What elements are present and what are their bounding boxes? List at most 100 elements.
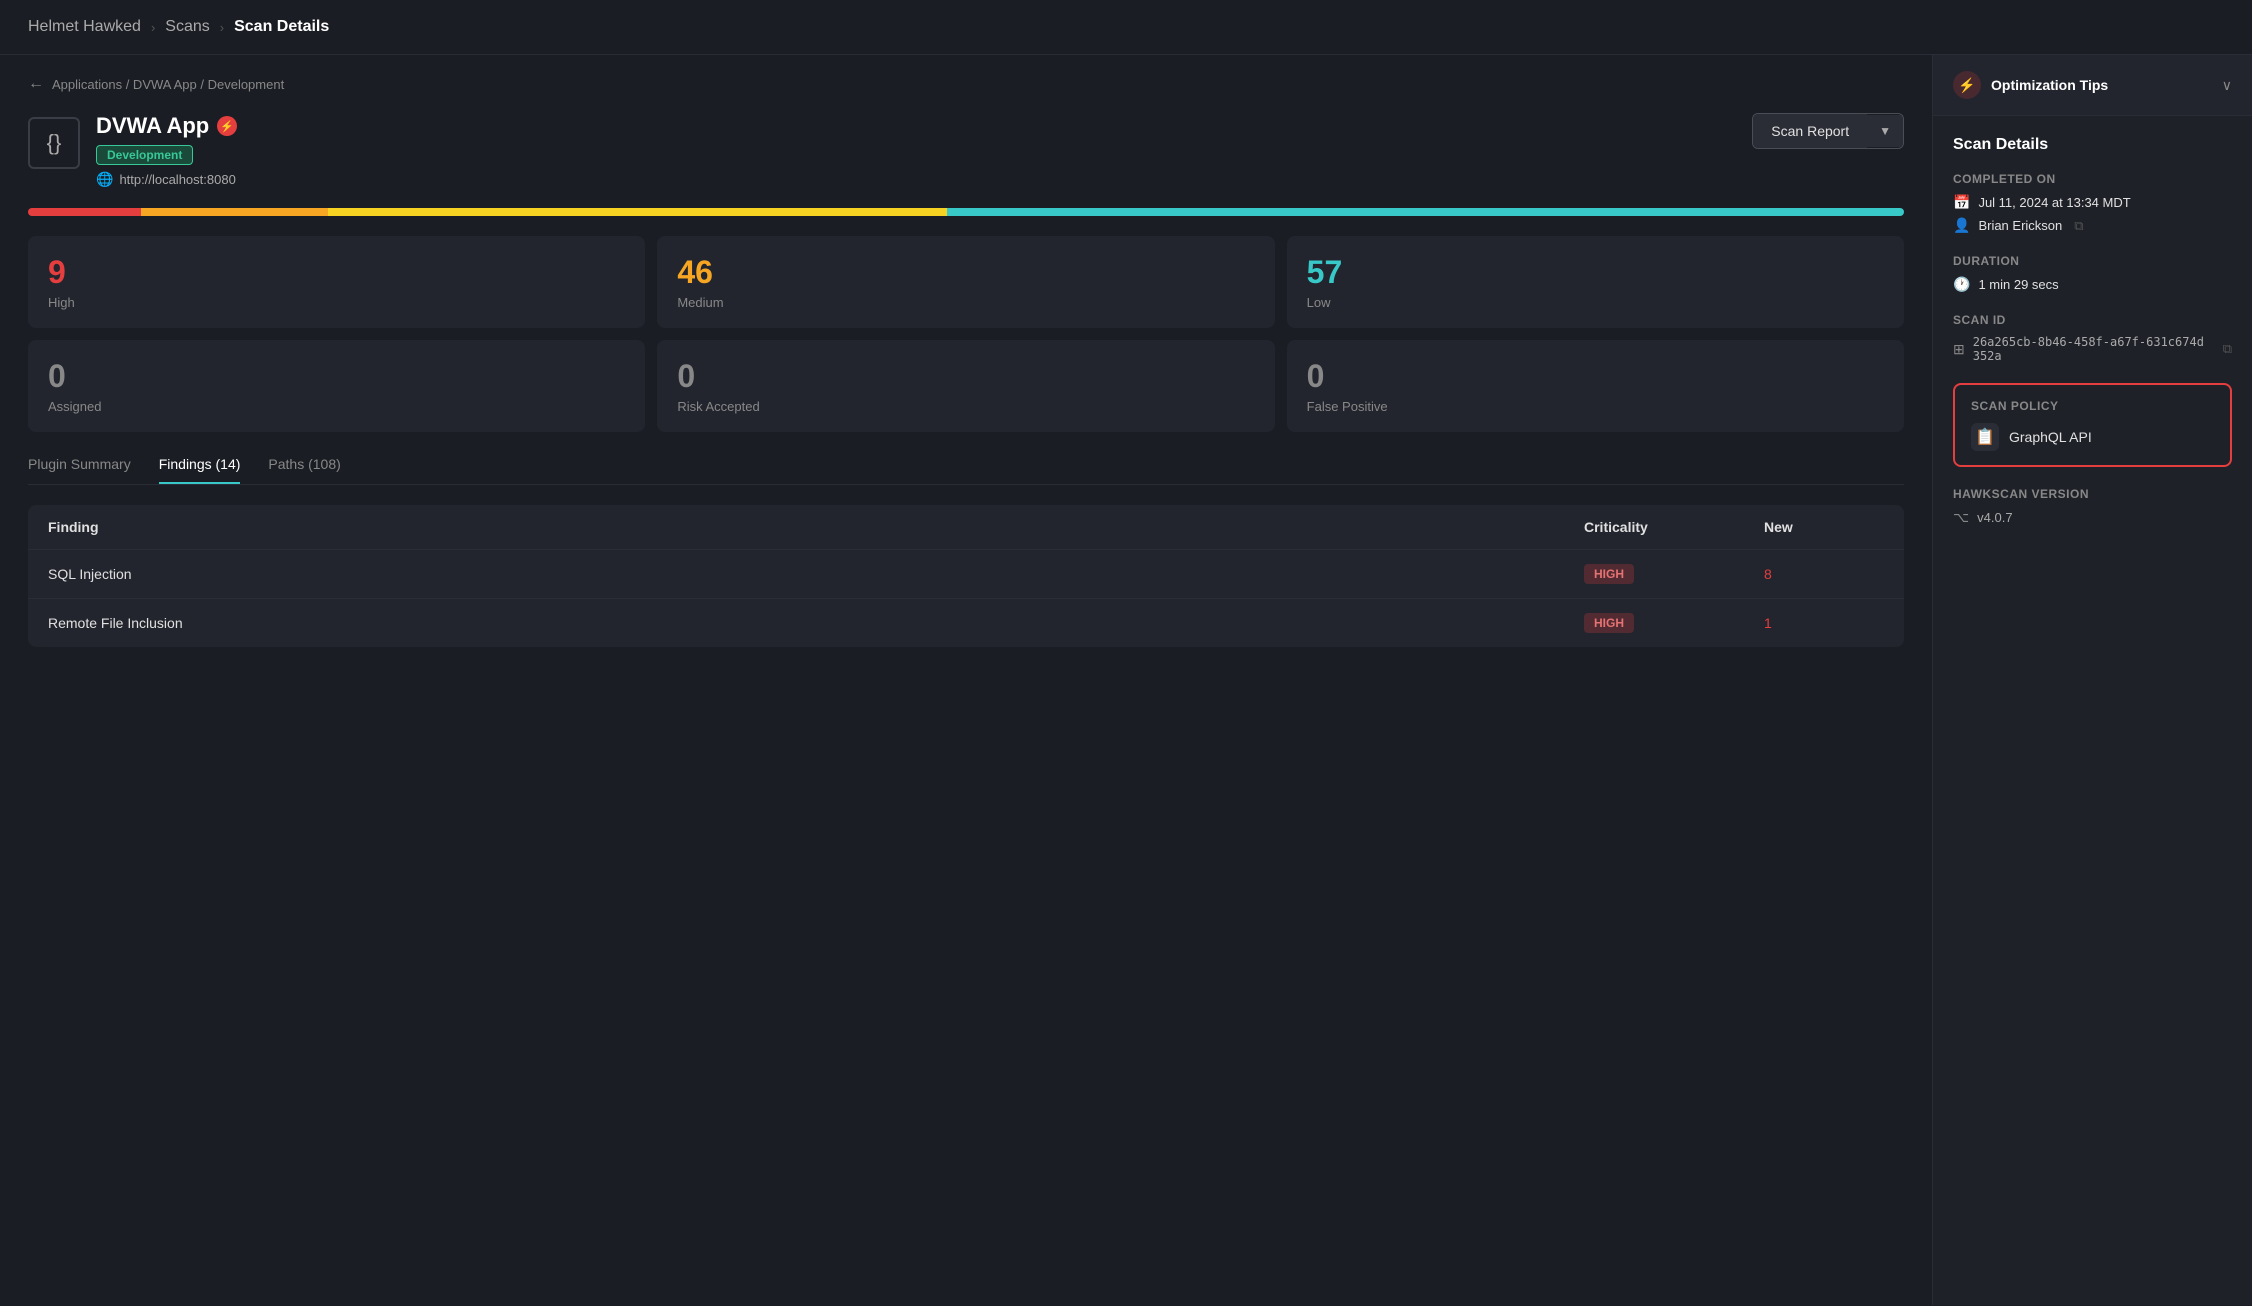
scan-policy-box: Scan Policy 📋 GraphQL API — [1953, 383, 2232, 467]
lightning-badge-icon: ⚡ — [217, 116, 237, 136]
nav-chevron-1: › — [151, 20, 155, 35]
hawkscan-version-row: ⌥ v4.0.7 — [1953, 509, 2232, 526]
criticality-badge-1: HIGH — [1584, 613, 1764, 633]
tab-paths[interactable]: Paths (108) — [268, 456, 340, 484]
globe-icon: 🌐 — [96, 171, 113, 188]
scan-policy-value: 📋 GraphQL API — [1971, 423, 2214, 451]
stat-value-assigned: 0 — [48, 358, 625, 395]
stat-card-high: 9 High — [28, 236, 645, 328]
scan-id-label: Scan ID — [1953, 313, 2232, 327]
progress-bar — [28, 208, 1904, 216]
completed-on-label: Completed On — [1953, 172, 2232, 186]
stat-label-risk-accepted: Risk Accepted — [677, 399, 1254, 414]
scan-id-text: 26a265cb-8b46-458f-a67f-631c674d352a — [1973, 335, 2211, 363]
scan-report-main-button[interactable]: Scan Report — [1753, 114, 1867, 148]
hash-icon: ⊞ — [1953, 341, 1965, 358]
opt-tips-left: ⚡ Optimization Tips — [1953, 71, 2108, 99]
duration-value-text: 1 min 29 secs — [1978, 277, 2058, 292]
scan-report-dropdown-button[interactable]: ▼ — [1867, 115, 1903, 147]
back-arrow-icon: ← — [28, 75, 44, 93]
completed-date-row: 📅 Jul 11, 2024 at 13:34 MDT — [1953, 194, 2232, 211]
scan-id-section: Scan ID ⊞ 26a265cb-8b46-458f-a67f-631c67… — [1953, 313, 2232, 363]
app-name-text: DVWA App — [96, 113, 209, 139]
stat-value-low: 57 — [1307, 254, 1884, 291]
stat-card-risk-accepted: 0 Risk Accepted — [657, 340, 1274, 432]
opt-tips-label: Optimization Tips — [1991, 77, 2108, 93]
completed-user-text: Brian Erickson — [1978, 218, 2062, 233]
completed-user-row: 👤 Brian Erickson ⧉ — [1953, 217, 2232, 234]
progress-seg-yellow — [328, 208, 947, 216]
duration-section: Duration 🕐 1 min 29 secs — [1953, 254, 2232, 293]
scans-link[interactable]: Scans — [165, 18, 209, 36]
col-new: New — [1764, 519, 1884, 535]
brand-link[interactable]: Helmet Hawked — [28, 18, 141, 36]
app-header: {} DVWA App ⚡ Development 🌐 http://local… — [28, 113, 1904, 188]
optimization-tips[interactable]: ⚡ Optimization Tips ∨ — [1933, 55, 2252, 116]
app-url-text: http://localhost:8080 — [119, 172, 235, 187]
findings-table: Finding Criticality New SQL Injection HI… — [28, 505, 1904, 647]
hawkscan-version-text: v4.0.7 — [1977, 510, 2012, 525]
col-finding: Finding — [48, 519, 1584, 535]
app-info: DVWA App ⚡ Development 🌐 http://localhos… — [96, 113, 237, 188]
tag-icon: ⌥ — [1953, 509, 1969, 526]
stat-value-high: 9 — [48, 254, 625, 291]
stats-grid-top: 9 High 46 Medium 57 Low — [28, 236, 1904, 328]
app-name-row: DVWA App ⚡ — [96, 113, 237, 139]
duration-row: 🕐 1 min 29 secs — [1953, 276, 2232, 293]
tab-findings[interactable]: Findings (14) — [159, 456, 241, 484]
stat-label-false-positive: False Positive — [1307, 399, 1884, 414]
completed-date-text: Jul 11, 2024 at 13:34 MDT — [1978, 195, 2130, 210]
back-breadcrumb-text: Applications / DVWA App / Development — [52, 77, 284, 92]
back-breadcrumb[interactable]: ← Applications / DVWA App / Development — [28, 75, 1904, 93]
scan-details-title: Scan Details — [1953, 136, 2232, 154]
hawkscan-label: HawkScan Version — [1953, 487, 2232, 501]
opt-tips-icon: ⚡ — [1953, 71, 1981, 99]
criticality-high-badge-1: HIGH — [1584, 613, 1634, 633]
chevron-down-icon: ∨ — [2222, 77, 2232, 94]
copy-scan-id-icon[interactable]: ⧉ — [2223, 341, 2232, 357]
app-icon: {} — [28, 117, 80, 169]
user-icon: 👤 — [1953, 217, 1970, 234]
scan-policy-name: GraphQL API — [2009, 429, 2092, 445]
table-row[interactable]: Remote File Inclusion HIGH 1 — [28, 598, 1904, 647]
stat-card-medium: 46 Medium — [657, 236, 1274, 328]
app-header-left: {} DVWA App ⚡ Development 🌐 http://local… — [28, 113, 237, 188]
table-row[interactable]: SQL Injection HIGH 8 — [28, 549, 1904, 598]
content-area: ← Applications / DVWA App / Development … — [0, 55, 1932, 1305]
main-layout: ← Applications / DVWA App / Development … — [0, 55, 2252, 1305]
scan-id-row: ⊞ 26a265cb-8b46-458f-a67f-631c674d352a ⧉ — [1953, 335, 2232, 363]
new-count-0: 8 — [1764, 566, 1884, 582]
scan-report-button-group: Scan Report ▼ — [1752, 113, 1904, 149]
progress-seg-red — [28, 208, 141, 216]
clock-icon: 🕐 — [1953, 276, 1970, 293]
stats-grid-bottom: 0 Assigned 0 Risk Accepted 0 False Posit… — [28, 340, 1904, 432]
stat-value-risk-accepted: 0 — [677, 358, 1254, 395]
stat-card-false-positive: 0 False Positive — [1287, 340, 1904, 432]
progress-seg-teal — [947, 208, 1904, 216]
stat-label-medium: Medium — [677, 295, 1254, 310]
tab-plugin-summary[interactable]: Plugin Summary — [28, 456, 131, 484]
scan-details-panel: Scan Details Completed On 📅 Jul 11, 2024… — [1933, 116, 2252, 566]
stat-card-low: 57 Low — [1287, 236, 1904, 328]
finding-name-1: Remote File Inclusion — [48, 615, 1584, 631]
app-url: 🌐 http://localhost:8080 — [96, 171, 237, 188]
env-badge[interactable]: Development — [96, 145, 193, 165]
stat-label-assigned: Assigned — [48, 399, 625, 414]
nav-chevron-2: › — [220, 20, 224, 35]
stat-label-low: Low — [1307, 295, 1884, 310]
table-header: Finding Criticality New — [28, 505, 1904, 549]
stat-value-medium: 46 — [677, 254, 1254, 291]
stat-value-false-positive: 0 — [1307, 358, 1884, 395]
progress-seg-orange — [141, 208, 329, 216]
stat-card-assigned: 0 Assigned — [28, 340, 645, 432]
criticality-badge-0: HIGH — [1584, 564, 1764, 584]
scan-policy-label: Scan Policy — [1971, 399, 2214, 413]
criticality-high-badge-0: HIGH — [1584, 564, 1634, 584]
new-count-1: 1 — [1764, 615, 1884, 631]
current-page-label: Scan Details — [234, 18, 329, 36]
policy-icon: 📋 — [1971, 423, 1999, 451]
copy-user-icon[interactable]: ⧉ — [2074, 218, 2083, 234]
right-sidebar: ⚡ Optimization Tips ∨ Scan Details Compl… — [1932, 55, 2252, 1305]
stat-label-high: High — [48, 295, 625, 310]
completed-on-section: Completed On 📅 Jul 11, 2024 at 13:34 MDT… — [1953, 172, 2232, 234]
